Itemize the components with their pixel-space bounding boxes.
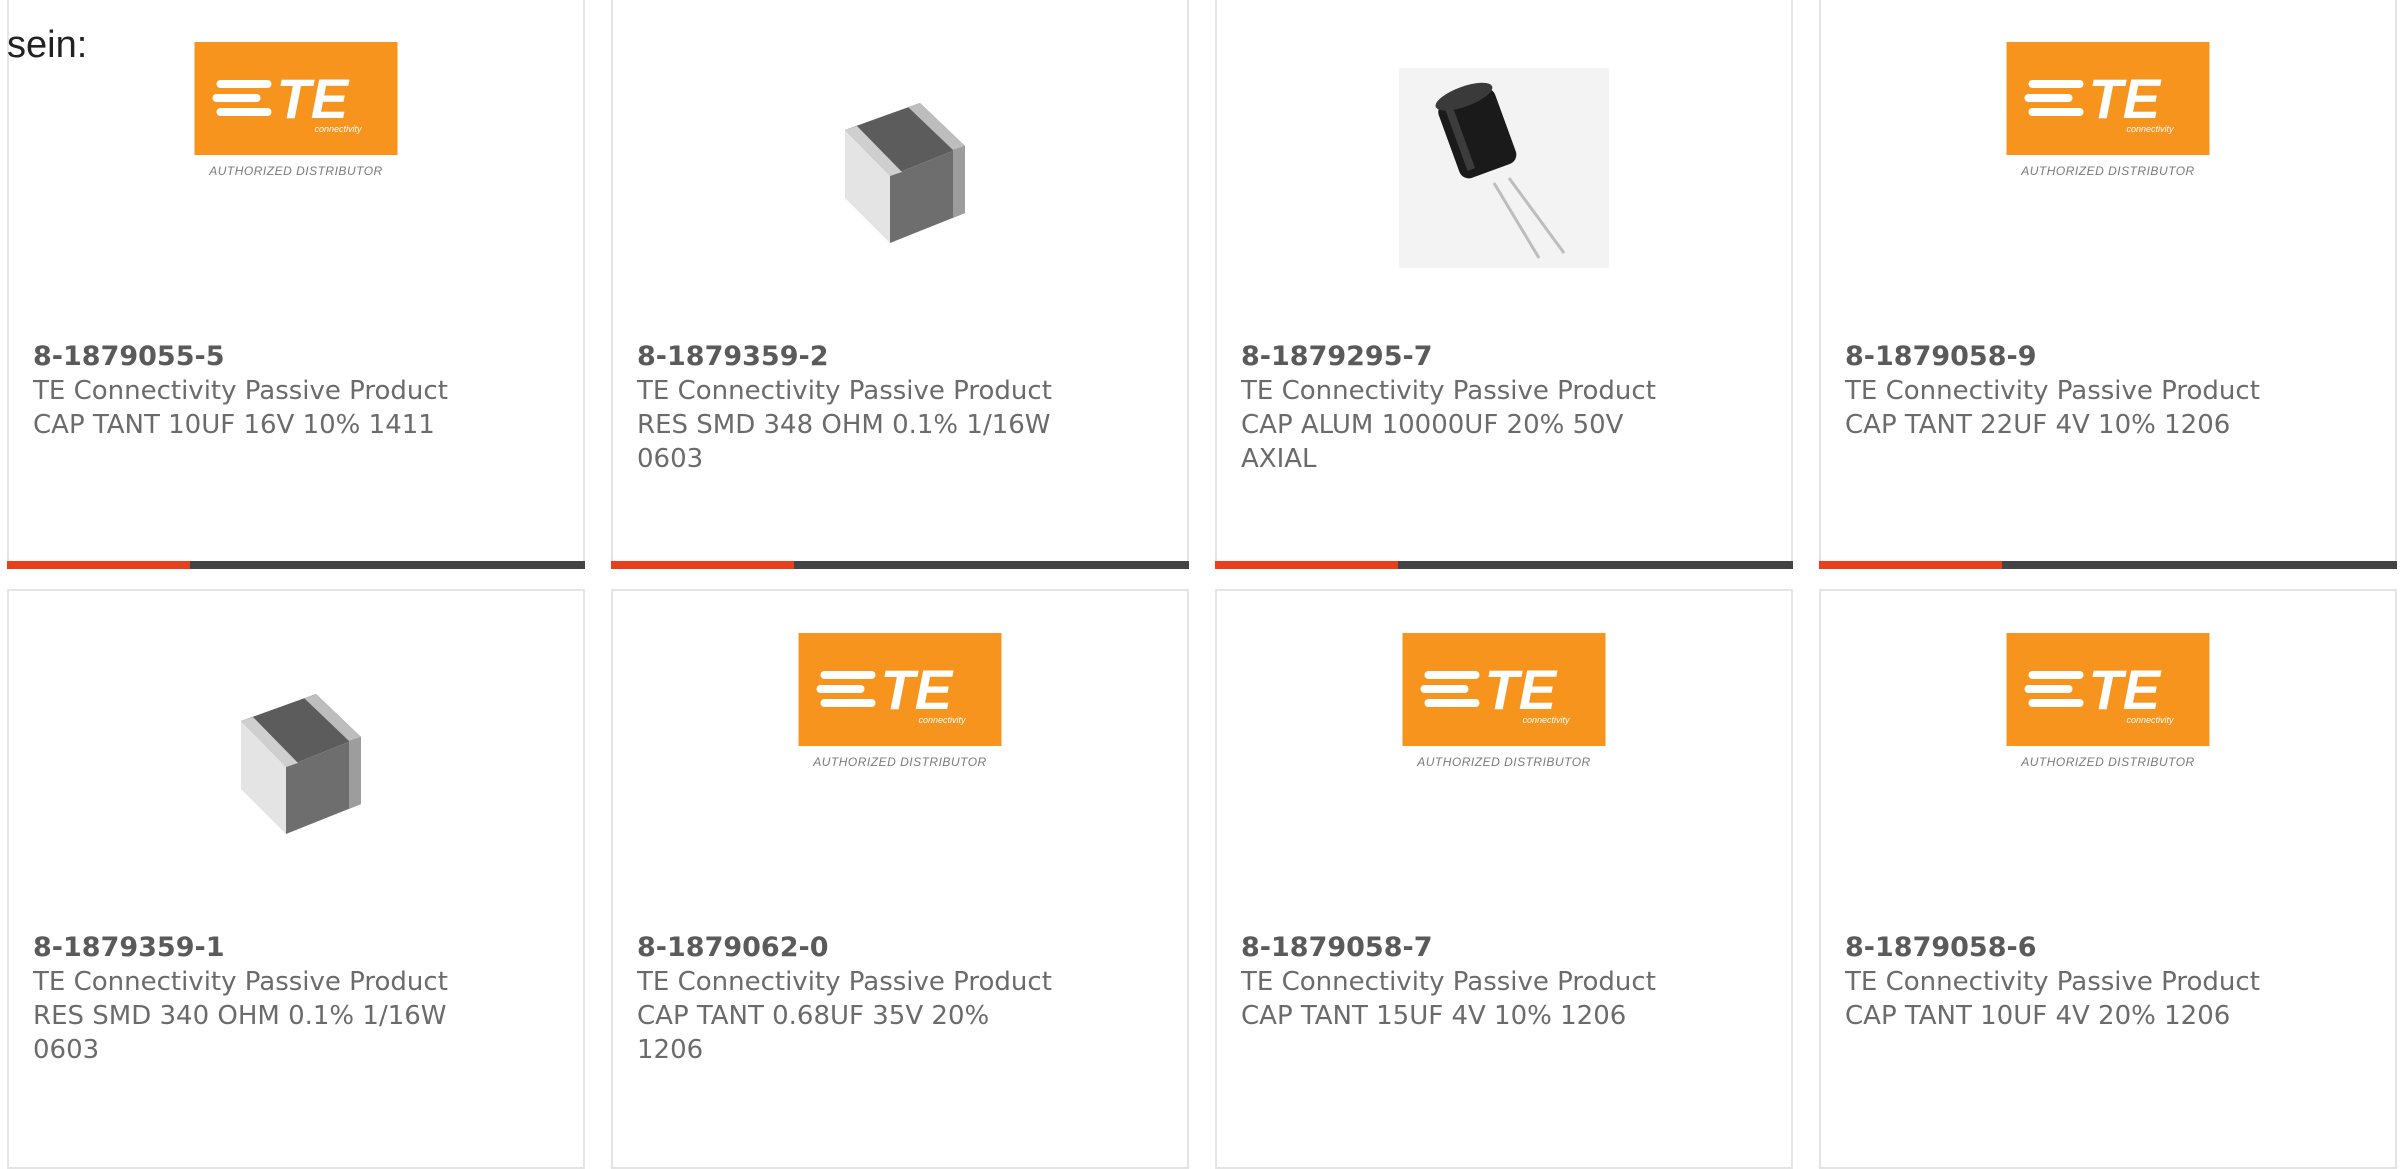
product-card[interactable]: 8-1879295-7 TE Connectivity Passive Prod… xyxy=(1215,0,1793,569)
svg-text:connectivity: connectivity xyxy=(2127,715,2175,725)
product-brand: TE Connectivity Passive Product xyxy=(1241,376,1656,406)
part-number-link[interactable]: 8-1879359-2 xyxy=(637,340,1057,374)
product-brand: TE Connectivity Passive Product xyxy=(637,967,1052,997)
part-number-link[interactable]: 8-1879062-0 xyxy=(637,931,1057,965)
card-bottom-bar xyxy=(1819,561,2397,569)
product-description: CAP ALUM 10000UF 20% 50V AXIAL xyxy=(1241,410,1624,474)
te-logo-image: TE connectivity AUTHORIZED DISTRIBUTOR xyxy=(2006,42,2210,187)
part-number-link[interactable]: 8-1879058-6 xyxy=(1845,931,2265,965)
logo-caption: AUTHORIZED DISTRIBUTOR xyxy=(1417,755,1591,769)
product-description: CAP TANT 0.68UF 35V 20% 1206 xyxy=(637,1001,990,1065)
te-logo-image: TE connectivity AUTHORIZED DISTRIBUTOR xyxy=(2006,633,2210,778)
logo-caption: AUTHORIZED DISTRIBUTOR xyxy=(2021,755,2195,769)
product-card[interactable]: 8-1879359-1 TE Connectivity Passive Prod… xyxy=(7,589,585,1169)
te-logo-image: TE connectivity AUTHORIZED DISTRIBUTOR xyxy=(798,633,1002,778)
part-number-link[interactable]: 8-1879359-1 xyxy=(33,931,453,965)
svg-text:connectivity: connectivity xyxy=(919,715,967,725)
svg-text:connectivity: connectivity xyxy=(315,124,363,134)
electrolytic-capacitor-image xyxy=(1399,58,1609,268)
svg-text:TE: TE xyxy=(881,658,954,721)
product-card[interactable]: TE connectivity AUTHORIZED DISTRIBUTOR 8… xyxy=(1819,0,2397,569)
product-card[interactable]: 8-1879359-2 TE Connectivity Passive Prod… xyxy=(611,0,1189,569)
part-number-link[interactable]: 8-1879058-9 xyxy=(1845,340,2265,374)
product-grid: TE connectivity AUTHORIZED DISTRIBUTOR 8… xyxy=(7,0,2400,1169)
svg-text:TE: TE xyxy=(2089,658,2162,721)
product-brand: TE Connectivity Passive Product xyxy=(1845,376,2260,406)
product-brand: TE Connectivity Passive Product xyxy=(1845,967,2260,997)
product-card[interactable]: TE connectivity AUTHORIZED DISTRIBUTOR 8… xyxy=(611,589,1189,1169)
product-description: CAP TANT 22UF 4V 10% 1206 xyxy=(1845,410,2231,440)
part-number-link[interactable]: 8-1879055-5 xyxy=(33,340,453,374)
part-number-link[interactable]: 8-1879295-7 xyxy=(1241,340,1661,374)
logo-caption: AUTHORIZED DISTRIBUTOR xyxy=(2021,164,2195,178)
product-card[interactable]: TE connectivity AUTHORIZED DISTRIBUTOR 8… xyxy=(1215,589,1793,1169)
smd-resistor-image xyxy=(191,649,401,859)
product-brand: TE Connectivity Passive Product xyxy=(1241,967,1656,997)
svg-text:TE: TE xyxy=(277,67,350,130)
svg-text:TE: TE xyxy=(2089,67,2162,130)
te-logo-image: TE connectivity AUTHORIZED DISTRIBUTOR xyxy=(1402,633,1606,778)
product-brand: TE Connectivity Passive Product xyxy=(33,376,448,406)
product-description: RES SMD 348 OHM 0.1% 1/16W 0603 xyxy=(637,410,1051,474)
card-bottom-bar xyxy=(1215,561,1793,569)
product-card[interactable]: TE connectivity AUTHORIZED DISTRIBUTOR 8… xyxy=(1819,589,2397,1169)
svg-text:connectivity: connectivity xyxy=(1523,715,1571,725)
product-description: CAP TANT 15UF 4V 10% 1206 xyxy=(1241,1001,1627,1031)
product-brand: TE Connectivity Passive Product xyxy=(33,967,448,997)
card-bottom-bar xyxy=(611,561,1189,569)
svg-text:TE: TE xyxy=(1485,658,1558,721)
product-description: CAP TANT 10UF 4V 20% 1206 xyxy=(1845,1001,2231,1031)
card-bottom-bar xyxy=(7,561,585,569)
intro-text: sein: xyxy=(7,24,88,66)
product-card[interactable]: TE connectivity AUTHORIZED DISTRIBUTOR 8… xyxy=(7,0,585,569)
te-logo-image: TE connectivity AUTHORIZED DISTRIBUTOR xyxy=(194,42,398,187)
logo-caption: AUTHORIZED DISTRIBUTOR xyxy=(813,755,987,769)
svg-text:connectivity: connectivity xyxy=(2127,124,2175,134)
logo-caption: AUTHORIZED DISTRIBUTOR xyxy=(209,164,383,178)
part-number-link[interactable]: 8-1879058-7 xyxy=(1241,931,1661,965)
product-brand: TE Connectivity Passive Product xyxy=(637,376,1052,406)
product-description: CAP TANT 10UF 16V 10% 1411 xyxy=(33,410,435,440)
product-description: RES SMD 340 OHM 0.1% 1/16W 0603 xyxy=(33,1001,447,1065)
smd-resistor-image xyxy=(795,58,1005,268)
